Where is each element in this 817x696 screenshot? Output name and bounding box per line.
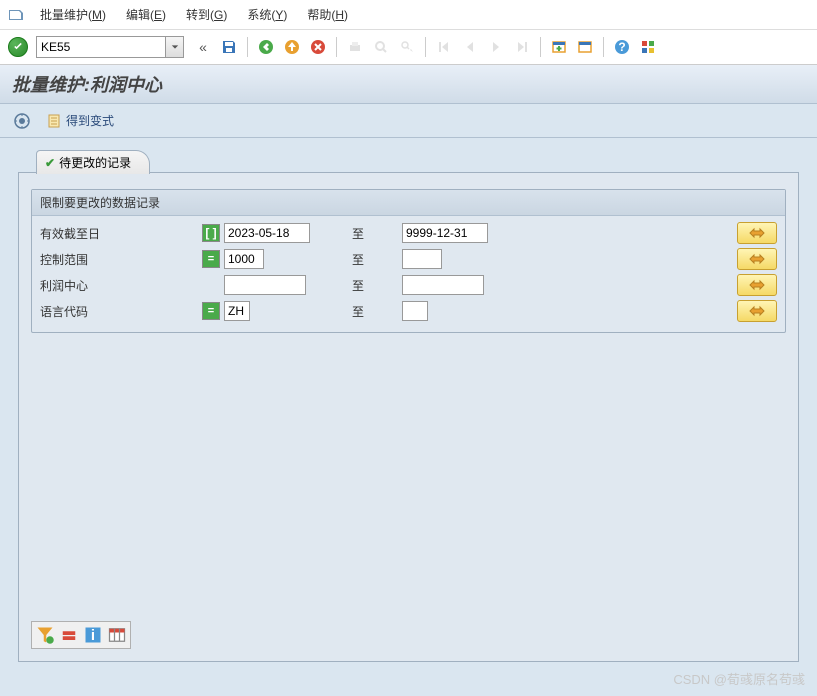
tab-records-to-change[interactable]: ✔ 待更改的记录: [36, 150, 150, 174]
last-page-icon: [511, 37, 533, 57]
help-icon[interactable]: ?: [611, 37, 633, 57]
data-source-icon[interactable]: [106, 624, 128, 646]
to-label: 至: [352, 277, 382, 294]
page-title: 批量维护:利润中心: [12, 75, 162, 95]
command-field[interactable]: [36, 36, 184, 58]
from-input[interactable]: [224, 275, 306, 295]
field-row: 利润中心 至: [40, 272, 777, 298]
field-row: 有效截至日[ ] 至: [40, 220, 777, 246]
tcode-input[interactable]: [36, 36, 166, 58]
to-input[interactable]: [402, 275, 484, 295]
exit-icon[interactable]: [281, 37, 303, 57]
next-page-icon: [485, 37, 507, 57]
save-icon[interactable]: [218, 37, 240, 57]
menu-bar: 批量维护(M) 编辑(E) 转到(G) 系统(Y) 帮助(H): [0, 0, 817, 30]
to-label: 至: [352, 303, 382, 320]
tab-panel: 限制要更改的数据记录 有效截至日[ ]至控制范围=至利润中心至语言代码=至 i: [18, 172, 799, 662]
execute-button[interactable]: [10, 111, 34, 131]
multiple-selection-button[interactable]: [737, 248, 777, 270]
standard-toolbar: « ?: [0, 30, 817, 65]
menu-system[interactable]: 系统(Y): [243, 4, 291, 25]
restriction-group: 限制要更改的数据记录 有效截至日[ ]至控制范围=至利润中心至语言代码=至: [31, 189, 786, 333]
check-icon: ✔: [45, 156, 55, 170]
interval-icon[interactable]: [ ]: [202, 224, 220, 242]
menu-edit[interactable]: 编辑(E): [122, 4, 170, 25]
back-history-icon[interactable]: «: [192, 37, 214, 57]
svg-text:?: ?: [618, 40, 625, 54]
shortcut-icon[interactable]: [574, 37, 596, 57]
print-icon: [344, 37, 366, 57]
to-label: 至: [352, 251, 382, 268]
prev-page-icon: [459, 37, 481, 57]
info-icon[interactable]: i: [82, 624, 104, 646]
content-area: ✔ 待更改的记录 限制要更改的数据记录 有效截至日[ ]至控制范围=至利润中心至…: [0, 138, 817, 696]
selection-toolbar: i: [31, 621, 131, 649]
to-input[interactable]: [402, 301, 428, 321]
field-label: 有效截至日: [40, 225, 202, 242]
field-label: 利润中心: [40, 277, 202, 294]
field-label: 语言代码: [40, 303, 202, 320]
from-input[interactable]: [224, 301, 250, 321]
to-input[interactable]: [402, 223, 488, 243]
new-session-icon[interactable]: [548, 37, 570, 57]
tab-label: 待更改的记录: [59, 154, 131, 171]
watermark: CSDN @荀彧原名苟彧: [673, 669, 805, 688]
find-icon: [370, 37, 392, 57]
get-variant-label: 得到变式: [66, 112, 114, 129]
cancel-icon[interactable]: [307, 37, 329, 57]
multiple-selection-button[interactable]: [737, 274, 777, 296]
from-input[interactable]: [224, 223, 310, 243]
multiple-selection-button[interactable]: [737, 300, 777, 322]
single-value-icon[interactable]: =: [202, 250, 220, 268]
tcode-dropdown-icon[interactable]: [166, 36, 184, 58]
group-title: 限制要更改的数据记录: [32, 190, 785, 216]
menu-batch-maintain[interactable]: 批量维护(M): [36, 4, 110, 25]
first-page-icon: [433, 37, 455, 57]
field-label: 控制范围: [40, 251, 202, 268]
enter-icon[interactable]: [8, 37, 28, 57]
layout-icon[interactable]: [637, 37, 659, 57]
svg-text:i: i: [91, 627, 95, 644]
application-toolbar: 得到变式: [0, 104, 817, 138]
get-variant-button[interactable]: 得到变式: [42, 110, 118, 131]
menu-help[interactable]: 帮助(H): [303, 4, 352, 25]
delete-selection-icon[interactable]: [58, 624, 80, 646]
field-row: 语言代码= 至: [40, 298, 777, 324]
find-next-icon: [396, 37, 418, 57]
system-menu-icon[interactable]: [8, 7, 24, 23]
multiple-selection-button[interactable]: [737, 222, 777, 244]
field-row: 控制范围= 至: [40, 246, 777, 272]
to-input[interactable]: [402, 249, 442, 269]
to-label: 至: [352, 225, 382, 242]
dynamic-selections-icon[interactable]: [34, 624, 56, 646]
single-value-icon[interactable]: =: [202, 302, 220, 320]
back-icon[interactable]: [255, 37, 277, 57]
from-input[interactable]: [224, 249, 264, 269]
title-bar: 批量维护:利润中心: [0, 65, 817, 104]
menu-goto[interactable]: 转到(G): [182, 4, 231, 25]
